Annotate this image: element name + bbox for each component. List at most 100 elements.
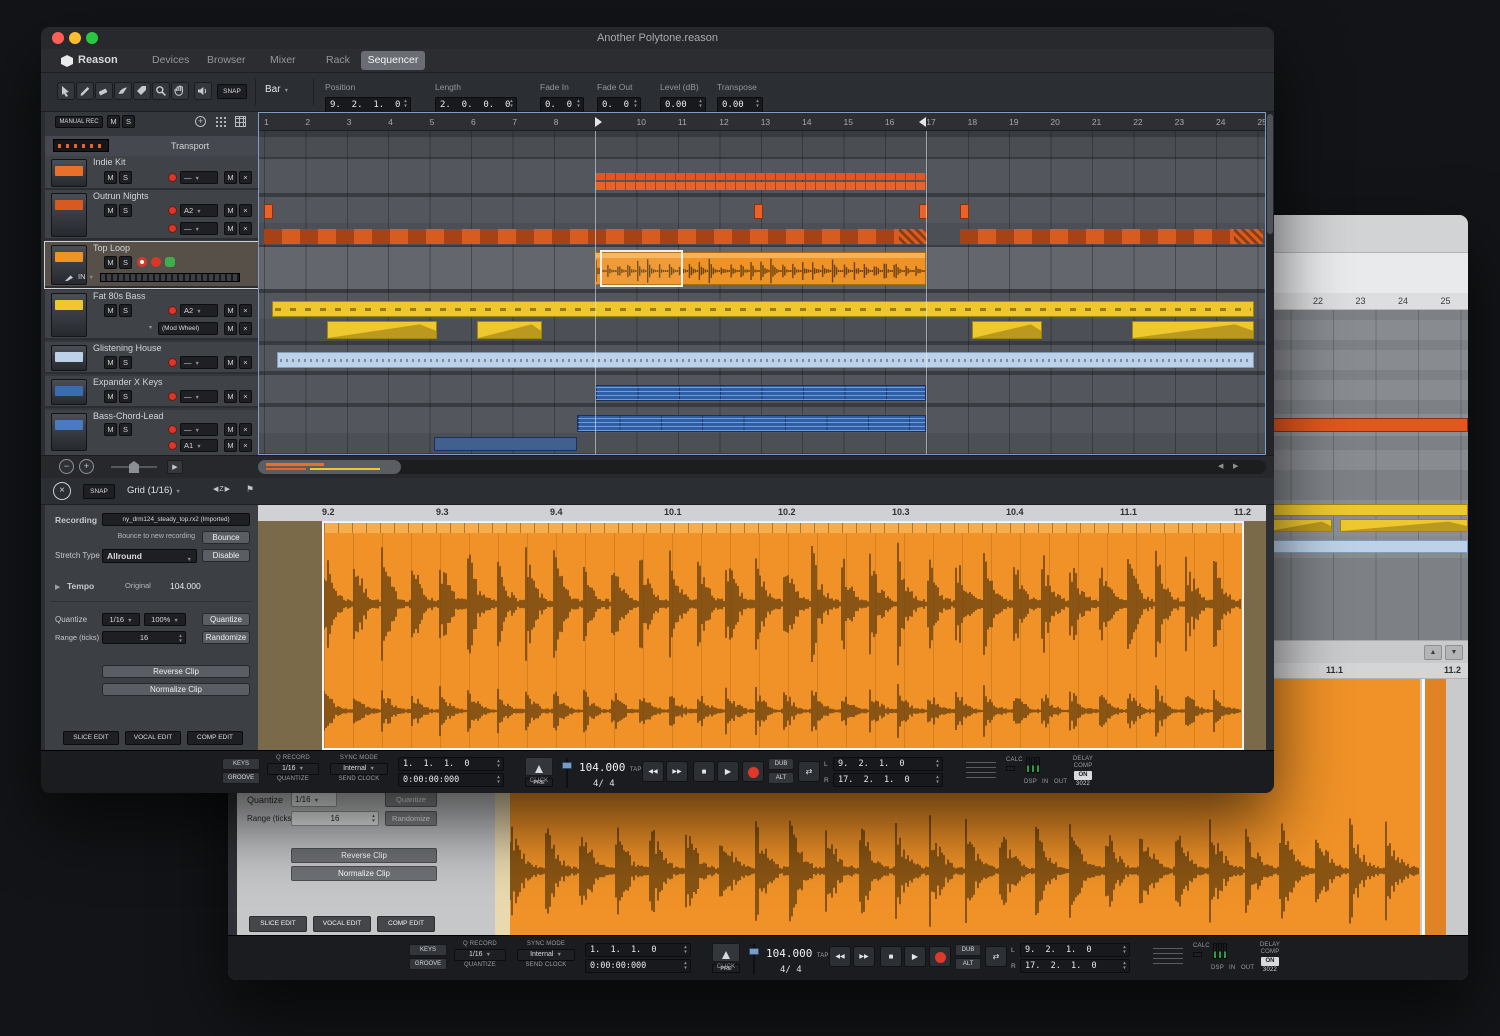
track-expander-x-keys[interactable]: Expander X Keys M S —▼ M ×: [45, 376, 258, 408]
solo-button[interactable]: S: [119, 204, 132, 217]
fade-in-input[interactable]: 0. 0▲▼: [540, 97, 584, 113]
normalize-clip-button[interactable]: Normalize Clip: [102, 683, 250, 696]
vocal-edit-tab[interactable]: VOCAL EDIT: [125, 731, 181, 745]
glistening-house-clip[interactable]: [277, 352, 1254, 368]
quantize-value-select[interactable]: 1/16▼: [102, 613, 140, 626]
length-input[interactable]: 2. 0. 0. 0▲▼: [435, 97, 517, 113]
sync-select[interactable]: Internal▼: [517, 949, 575, 961]
tempo-disclosure-icon[interactable]: ▶: [55, 583, 60, 591]
record-button[interactable]: [929, 946, 951, 967]
close-window-button[interactable]: [52, 32, 64, 44]
dub-button[interactable]: DUB: [768, 758, 794, 770]
fat-bass-automation-clip[interactable]: [327, 321, 437, 339]
mute-button[interactable]: M: [104, 304, 117, 317]
right-locator-display[interactable]: 17. 2. 1. 0▲▼: [1020, 959, 1130, 973]
edit-grid-select[interactable]: Grid (1/16)▼: [127, 485, 181, 496]
w2-clip-orange[interactable]: [1268, 418, 1468, 432]
left-locator-display[interactable]: 9. 2. 1. 0▲▼: [833, 757, 943, 771]
groove-button[interactable]: GROOVE: [222, 772, 260, 784]
record-arm[interactable]: [168, 358, 177, 367]
stop-button[interactable]: ■: [880, 946, 902, 967]
lane-mute-button[interactable]: M: [224, 204, 237, 217]
lane-select[interactable]: A2▼: [180, 204, 218, 217]
loop-button[interactable]: ⇄: [985, 946, 1007, 967]
time-signature[interactable]: 4/ 4: [579, 779, 643, 789]
time-display[interactable]: 0:00:00:000▲▼: [585, 959, 691, 973]
lane-delete-icon[interactable]: ×: [239, 423, 252, 436]
lane-mute-button[interactable]: M: [224, 356, 237, 369]
minimize-window-button[interactable]: [69, 32, 81, 44]
record-button[interactable]: [742, 761, 764, 782]
mute-button[interactable]: M: [104, 204, 117, 217]
indie-kit-clip[interactable]: [595, 182, 926, 190]
lane-delete-icon[interactable]: ×: [239, 204, 252, 217]
outrun-pattern-clip-hatch[interactable]: [899, 229, 927, 244]
click-button[interactable]: CLICK: [525, 757, 553, 776]
song-overview-thumb[interactable]: [258, 460, 401, 474]
follow-song-icon[interactable]: ▶: [167, 460, 183, 474]
mute-button[interactable]: M: [104, 423, 117, 436]
solo-button[interactable]: S: [119, 390, 132, 403]
lane-delete-icon[interactable]: ×: [239, 222, 252, 235]
disable-button[interactable]: Disable: [202, 549, 250, 562]
maximize-window-button[interactable]: [86, 32, 98, 44]
hand-tool-icon[interactable]: [171, 82, 189, 100]
pencil-tool-icon[interactable]: [76, 82, 94, 100]
song-overview-scrollbar[interactable]: ◀ ▶: [258, 460, 1266, 474]
nav-browser[interactable]: Browser: [207, 54, 246, 66]
w2-clip-automation[interactable]: [1268, 519, 1332, 532]
quantize-select[interactable]: 1/16▼: [267, 763, 319, 775]
lane-delete-icon[interactable]: ×: [239, 439, 252, 452]
play-button[interactable]: ▶: [717, 761, 739, 782]
lane-mute-button[interactable]: M: [224, 423, 237, 436]
comp-edit-tab[interactable]: COMP EDIT: [187, 731, 243, 745]
reason-window[interactable]: Another Polytone.reason Reason Devices B…: [41, 27, 1274, 793]
lane-select[interactable]: —▼: [180, 423, 218, 436]
lane-mute-button[interactable]: M: [224, 171, 237, 184]
track-scrollbar-thumb[interactable]: [1267, 114, 1273, 234]
w2-clip-lightblue[interactable]: [1268, 540, 1468, 553]
track-indie-kit[interactable]: Indie Kit M S —▼ M ×: [45, 156, 258, 190]
position-input[interactable]: 9. 2. 1. 0▲▼: [325, 97, 411, 113]
quantize-strength-select[interactable]: 100%▼: [144, 613, 186, 626]
solo-button[interactable]: S: [119, 304, 132, 317]
tempo-display[interactable]: 104.000: [579, 761, 625, 774]
right-locator-flag[interactable]: [919, 117, 926, 127]
quantize-select[interactable]: 1/16▼: [454, 949, 506, 961]
snap-grid-select[interactable]: Bar▼: [265, 84, 289, 95]
snap-toggle[interactable]: SNAP: [217, 84, 247, 99]
w2-scroll-up-icon[interactable]: ▲: [1424, 645, 1442, 660]
w2-audio-clip-edge[interactable]: [1422, 679, 1446, 935]
rewind-button[interactable]: ◀◀: [642, 761, 664, 782]
automation-lane-select[interactable]: —▼: [180, 222, 218, 235]
record-arm[interactable]: [168, 224, 177, 233]
mute-button[interactable]: M: [104, 356, 117, 369]
overview-right-icon[interactable]: ▶: [1233, 462, 1238, 470]
zoom-in-icon[interactable]: +: [79, 459, 94, 474]
bass-chord-clip[interactable]: [577, 415, 926, 432]
keys-button[interactable]: KEYS: [409, 944, 447, 956]
groove-button[interactable]: GROOVE: [409, 958, 447, 970]
w2-clip-yellow[interactable]: [1268, 504, 1468, 516]
lane-delete-icon[interactable]: ×: [239, 322, 252, 335]
bounce-button[interactable]: Bounce: [202, 531, 250, 544]
song-position-display[interactable]: 1. 1. 1. 0▲▼: [585, 943, 691, 957]
lane-select[interactable]: —▼: [180, 356, 218, 369]
track-outrun-nights[interactable]: Outrun Nights M S A2▼ M × —▼ M ×: [45, 190, 258, 240]
record-arm[interactable]: [168, 173, 177, 182]
track-grid-icon[interactable]: [235, 116, 246, 127]
selection-tool-icon[interactable]: [57, 82, 75, 100]
tap-button[interactable]: TAP: [817, 953, 829, 959]
w2-quantize-select[interactable]: 1/16▼: [291, 792, 337, 807]
overview-left-icon[interactable]: ◀: [1218, 462, 1223, 470]
click-level-slider[interactable]: [749, 944, 759, 974]
slice-strip[interactable]: [324, 523, 1242, 533]
automation-lane-select[interactable]: (Mod Wheel): [158, 322, 218, 335]
edit-snap-toggle[interactable]: SNAP: [83, 484, 115, 499]
fat-bass-automation-clip[interactable]: [972, 321, 1042, 339]
master-mute-button[interactable]: M: [107, 115, 120, 128]
keys-button[interactable]: KEYS: [222, 758, 260, 770]
close-edit-panel-icon[interactable]: ×: [53, 482, 71, 500]
lanes[interactable]: [259, 131, 1265, 454]
lane-delete-icon[interactable]: ×: [239, 356, 252, 369]
